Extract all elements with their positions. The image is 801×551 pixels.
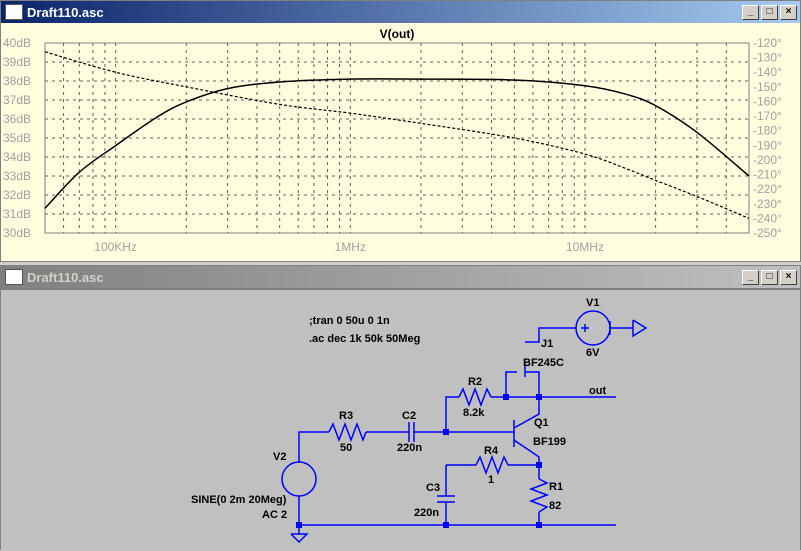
y2-tick-label: -240° xyxy=(753,211,782,225)
directive-tran[interactable]: ;tran 0 50u 0 1n xyxy=(309,315,390,327)
minimize-button[interactable]: _ xyxy=(742,4,759,20)
x-tick-label: 10MHz xyxy=(566,240,604,254)
r2-label[interactable]: R2 xyxy=(468,376,482,388)
trace-title[interactable]: V(out) xyxy=(380,27,415,41)
v2-ac[interactable]: AC 2 xyxy=(262,509,287,521)
q1-label[interactable]: Q1 xyxy=(534,417,549,429)
schematic-window: Draft110.asc _ □ × ;tran 0 50u 0 1n .ac de… xyxy=(0,265,801,551)
y-tick-label: 36dB xyxy=(3,112,31,126)
j1-label[interactable]: J1 xyxy=(541,338,553,350)
y-tick-label: 39dB xyxy=(3,55,31,69)
directive-ac[interactable]: .ac dec 1k 50k 50Meg xyxy=(309,333,420,345)
y-tick-label: 40dB xyxy=(3,36,31,50)
r2-value[interactable]: 8.2k xyxy=(463,407,485,419)
phase-trace xyxy=(44,51,750,219)
v2-label[interactable]: V2 xyxy=(273,451,286,463)
v1-label[interactable]: V1 xyxy=(586,297,599,309)
magnitude-trace xyxy=(44,78,750,209)
y2-tick-label: -200° xyxy=(753,153,782,167)
y2-tick-label: -250° xyxy=(753,226,782,240)
schematic-title-bar[interactable]: Draft110.asc _ □ × xyxy=(1,266,800,288)
schematic-canvas[interactable]: ;tran 0 50u 0 1n .ac dec 1k 50k 50Meg V1… xyxy=(1,288,800,551)
j1-value[interactable]: BF245C xyxy=(523,357,564,369)
r3-label[interactable]: R3 xyxy=(339,410,353,422)
v2-value[interactable]: SINE(0 2m 20Meg) xyxy=(191,494,287,506)
x-tick-label: 1MHz xyxy=(335,240,366,254)
r4-value[interactable]: 1 xyxy=(488,474,494,486)
c2-value[interactable]: 220n xyxy=(397,442,422,454)
c2-label[interactable]: C2 xyxy=(402,410,416,422)
plot-window: Draft110.asc _ □ × V(out) 40dB 39dB 38dB 37dB… xyxy=(0,0,801,262)
y-tick-label: 38dB xyxy=(3,74,31,88)
y2-tick-label: -220° xyxy=(753,182,782,196)
v1-value[interactable]: 6V xyxy=(586,347,600,359)
y-tick-label: 34dB xyxy=(3,150,31,164)
out-net-label[interactable]: out xyxy=(589,385,606,397)
r4-label[interactable]: R4 xyxy=(484,445,499,457)
q1-value[interactable]: BF199 xyxy=(533,436,566,448)
y2-tick-label: -120° xyxy=(753,36,782,50)
y2-tick-label: -150° xyxy=(753,80,782,94)
bode-plot[interactable]: V(out) 40dB 39dB 38dB 37dB 36dB 35dB 34dB 33dB 3… xyxy=(1,23,800,261)
y2-tick-label: -140° xyxy=(753,65,782,79)
y-tick-label: 35dB xyxy=(3,131,31,145)
minimize-button[interactable]: _ xyxy=(742,269,759,285)
schematic-window-title: Draft110.asc xyxy=(27,269,104,285)
maximize-button[interactable]: □ xyxy=(761,269,778,285)
c3-label[interactable]: C3 xyxy=(426,482,440,494)
y-tick-label: 33dB xyxy=(3,169,31,183)
y-tick-label: 37dB xyxy=(3,93,31,107)
schematic-icon xyxy=(5,269,23,285)
plot-title-bar[interactable]: Draft110.asc _ □ × xyxy=(1,1,800,23)
wires xyxy=(281,310,648,544)
y2-tick-label: -180° xyxy=(753,124,782,138)
y2-tick-label: -210° xyxy=(753,168,782,182)
r3-value[interactable]: 50 xyxy=(340,442,352,454)
y2-tick-label: -130° xyxy=(753,51,782,65)
plot-window-title: Draft110.asc xyxy=(27,4,104,20)
x-tick-label: 100KHz xyxy=(94,240,137,254)
r1-label[interactable]: R1 xyxy=(549,481,563,493)
close-button[interactable]: × xyxy=(780,4,797,20)
y2-tick-label: -190° xyxy=(753,138,782,152)
waveform-icon xyxy=(5,4,23,20)
r1-value[interactable]: 82 xyxy=(549,500,561,512)
c3-value[interactable]: 220n xyxy=(414,507,439,519)
y2-tick-label: -160° xyxy=(753,94,782,108)
y-tick-label: 32dB xyxy=(3,188,31,202)
y-tick-label: 31dB xyxy=(3,207,31,221)
maximize-button[interactable]: □ xyxy=(761,4,778,20)
close-button[interactable]: × xyxy=(780,269,797,285)
y2-tick-label: -230° xyxy=(753,197,782,211)
y2-tick-label: -170° xyxy=(753,109,782,123)
y-tick-label: 30dB xyxy=(3,226,31,240)
